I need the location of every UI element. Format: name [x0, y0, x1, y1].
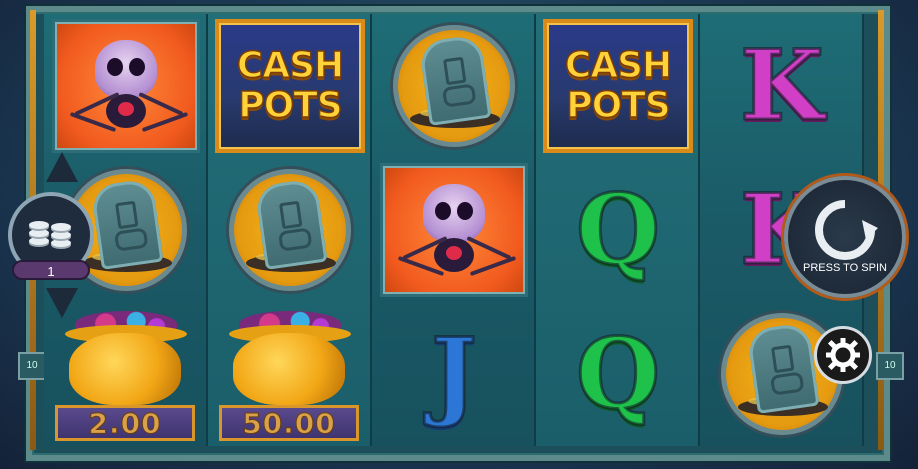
- spin-arrow-icon: [815, 200, 878, 260]
- pot-symbol: 50.00: [215, 305, 365, 443]
- cash-pots-symbol: CASH POTS: [543, 19, 693, 153]
- symbol-cell: CASH POTS: [208, 14, 372, 158]
- tombstone-icon: [90, 178, 164, 270]
- reel-2: CASH POTS 50.00: [208, 14, 372, 446]
- cash-pots-line2: POTS: [237, 85, 343, 127]
- settings-button[interactable]: [814, 326, 872, 384]
- cash-pots-line1: CASH: [564, 45, 673, 87]
- symbol-cell: CASH POTS: [536, 14, 700, 158]
- bet-decrease-button[interactable]: [46, 288, 78, 318]
- spider-symbol: [380, 163, 528, 297]
- cash-pots-line1: CASH: [236, 45, 345, 87]
- letter-j-symbol: J: [430, 317, 478, 430]
- skull-icon: [95, 40, 157, 98]
- cash-pots-symbol: CASH POTS: [215, 19, 365, 153]
- spin-label: PRESS TO SPIN: [803, 262, 887, 274]
- spider-symbol: [52, 19, 200, 153]
- letter-q-symbol: Q: [575, 173, 662, 286]
- symbol-cell: [208, 158, 372, 302]
- skull-icon: [423, 184, 485, 242]
- symbol-cell: [372, 158, 536, 302]
- tombstone-icon: [746, 322, 820, 414]
- symbol-cell: J: [372, 302, 536, 446]
- letter-q-symbol: Q: [575, 317, 662, 430]
- bet-value: 1: [12, 260, 90, 280]
- pot-of-gold-icon: [233, 333, 345, 405]
- tombstone-symbol: [229, 169, 351, 291]
- pot-value: 2.00: [88, 406, 162, 440]
- pot-of-gold-icon: [69, 333, 181, 405]
- symbol-cell: 50.00: [208, 302, 372, 446]
- pot-symbol: 2.00: [51, 305, 201, 443]
- pot-value-plaque: 50.00: [219, 405, 359, 441]
- spin-button[interactable]: PRESS TO SPIN: [784, 176, 906, 298]
- symbol-cell: Q: [536, 158, 700, 302]
- reels-area: 2.00 CASH POTS 50.00 J CASH POTS Q Q K K: [44, 14, 864, 446]
- symbol-cell: 2.00: [44, 302, 208, 446]
- symbol-cell: K: [700, 14, 864, 158]
- pot-value-plaque: 2.00: [55, 405, 195, 441]
- reel-4: CASH POTS Q Q: [536, 14, 700, 446]
- coin-stack-icon: [29, 217, 73, 253]
- tombstone-icon: [418, 34, 492, 126]
- tombstone-symbol: [393, 25, 515, 147]
- pot-value: 50.00: [242, 406, 336, 440]
- reel-3: J: [372, 14, 536, 446]
- letter-k-symbol: K: [739, 29, 825, 142]
- tombstone-icon: [254, 178, 328, 270]
- bet-increase-button[interactable]: [46, 152, 78, 182]
- side-emblem-left: 10: [18, 352, 46, 380]
- cash-pots-line2: POTS: [565, 85, 671, 127]
- symbol-cell: [44, 14, 208, 158]
- gear-icon: [826, 338, 860, 372]
- symbol-cell: [372, 14, 536, 158]
- symbol-cell: Q: [536, 302, 700, 446]
- side-emblem-right: 10: [876, 352, 904, 380]
